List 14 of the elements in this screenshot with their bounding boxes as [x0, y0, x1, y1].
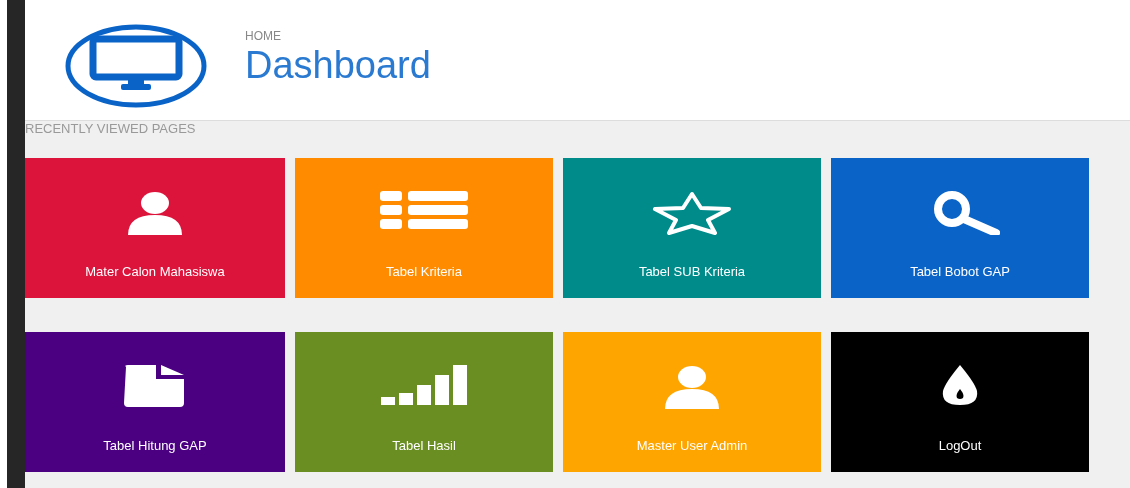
dashboard-tile[interactable]: Tabel Hitung GAP	[25, 332, 285, 472]
monitor-icon	[65, 24, 207, 108]
dashboard-tile[interactable]: Tabel Bobot GAP	[831, 158, 1089, 298]
dashboard-tile[interactable]: Tabel SUB Kriteria	[563, 158, 821, 298]
dashboard-tile[interactable]: Mater Calon Mahasiswa	[25, 158, 285, 298]
page-title: Dashboard	[245, 43, 431, 88]
section-label: RECENTLY VIEWED PAGES	[25, 122, 196, 135]
document-icon	[124, 365, 186, 407]
signal-bars-icon	[381, 365, 467, 405]
breadcrumb: HOME	[245, 30, 282, 42]
dashboard-tile[interactable]: Tabel Hasil	[295, 332, 553, 472]
list-icon	[380, 191, 468, 229]
star-icon	[652, 191, 732, 235]
dashboard-tile[interactable]: LogOut	[831, 332, 1089, 472]
